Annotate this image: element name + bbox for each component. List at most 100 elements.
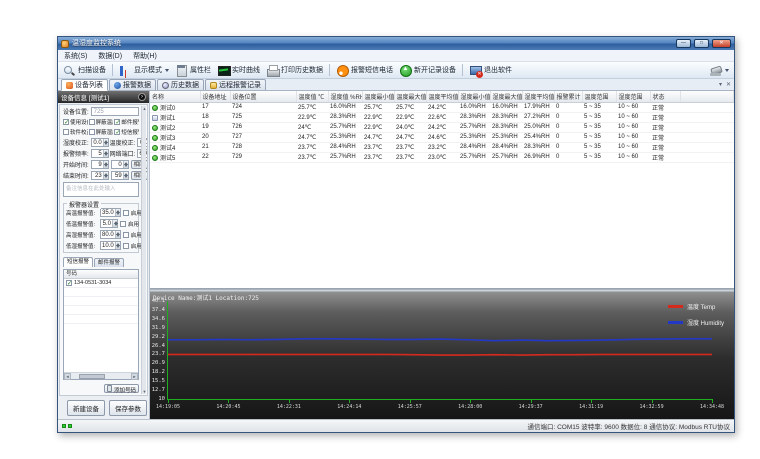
device-menu-button[interactable] — [707, 63, 731, 78]
column-header-设备位置[interactable]: 设备位置 — [230, 91, 297, 103]
checkbox-使用设备[interactable]: 使用设备 — [63, 118, 88, 126]
toolbar-button-sms[interactable]: 报警短信电话 — [334, 63, 395, 78]
menu-item-2[interactable]: 帮助(H) — [133, 51, 157, 61]
add-number-button[interactable]: 添加号码 — [103, 384, 139, 394]
spinner-arrows-icon[interactable] — [112, 220, 118, 227]
checkbox-屏蔽湿度[interactable]: 屏蔽湿度 — [88, 128, 113, 136]
table-cell: 19 — [200, 122, 230, 133]
phone-checkbox-icon[interactable] — [66, 280, 72, 287]
new-device-button[interactable]: 新建设备 — [67, 400, 105, 416]
spinner-input[interactable]: 10.0 — [100, 241, 121, 250]
checkbox-屏蔽温度[interactable]: 屏蔽温度 — [88, 118, 113, 126]
gear-icon[interactable]: › — [138, 93, 146, 101]
table-row[interactable]: 测试3 20 727 24.7℃ 25.3%RH 24.7℃ 24.7℃ 24.6℃ 25.3%… — [150, 132, 734, 143]
column-header-温度值 ℃[interactable]: 温度值 ℃ — [296, 91, 329, 103]
table-row[interactable]: 测试5 22 729 23.7℃ 25.7%RH 23.7℃ 23.7℃ 23.0℃ 25.7%… — [150, 152, 734, 163]
column-header-湿度最大值[interactable]: 湿度最大值 — [490, 91, 523, 103]
spinner-input[interactable]: 0 — [110, 160, 129, 169]
spinner-input[interactable]: 5.0 — [100, 219, 118, 228]
enable-checkbox-icon[interactable] — [120, 220, 126, 227]
checkbox-邮件报警[interactable]: 邮件报警 — [114, 118, 139, 126]
tabbar-close-icon[interactable]: ✕ — [726, 81, 731, 88]
scroll-left-icon[interactable]: ◄ — [64, 372, 71, 380]
column-header-温度平均值[interactable]: 温度平均值 — [426, 91, 459, 103]
toolbar-button-scan[interactable]: 扫描设备 — [61, 63, 108, 78]
save-params-button[interactable]: 保存参数 — [109, 400, 147, 416]
table-row[interactable]: 测试1 18 725 22.9℃ 28.3%RH 22.9℃ 22.9℃ 22.6℃ 28.3%… — [150, 112, 734, 123]
spinner-arrows-icon[interactable] — [114, 242, 121, 249]
device-location-input[interactable]: 725 — [90, 107, 139, 116]
table-row[interactable]: 测试2 19 726 24℃ 25.7%RH 22.9℃ 24.0℃ 24.2℃ 25.7%RH… — [150, 122, 734, 133]
column-header-状态[interactable]: 状态 — [650, 91, 681, 103]
tab-远程报警记录[interactable]: 远程报警记录 — [205, 79, 266, 90]
spinner-input[interactable]: 9 — [90, 160, 109, 169]
spinner-arrows-icon[interactable] — [114, 231, 121, 238]
x-tick-label: 14:19:05 — [155, 404, 181, 410]
close-button[interactable]: ✕ — [712, 39, 731, 48]
toolbar-button-curve[interactable]: 实时曲线 — [215, 63, 262, 78]
maximize-button[interactable]: □ — [694, 39, 709, 48]
tab-历史数据[interactable]: 历史数据 — [157, 79, 204, 90]
column-header-温度最大值[interactable]: 温度最大值 — [394, 91, 427, 103]
alarm-tab-短信报警[interactable]: 短信报警 — [63, 257, 94, 267]
spinner-arrows-icon[interactable] — [102, 139, 109, 146]
device-table: 名称 设备地址 设备位置 温度值 ℃ 湿度值 %RH 温度最小值 温度最大值 温度平均值 湿度最… — [150, 91, 734, 163]
x-tick-label: 14:24:14 — [337, 404, 362, 410]
column-header-设备地址[interactable]: 设备地址 — [200, 91, 231, 103]
tab-报警数据[interactable]: 报警数据 — [109, 79, 156, 90]
sidebar-body: 设备位置: 725 使用设备屏蔽温度邮件报警软件校正屏蔽湿度短信报警 湿度校正:… — [59, 104, 148, 396]
column-header-名称[interactable]: 名称 — [150, 91, 201, 103]
phone-list-filler — [64, 324, 138, 372]
spinner-input[interactable]: 35.0 — [100, 208, 121, 217]
tab-设备列表[interactable]: 设备列表 — [61, 79, 108, 91]
table-cell: 正常 — [650, 112, 680, 123]
column-header-温度最小值[interactable]: 温度最小值 — [362, 91, 395, 103]
scroll-right-icon[interactable]: ► — [131, 372, 138, 380]
spinner-input[interactable]: 80.0 — [100, 230, 121, 239]
tab-icon-0 — [66, 81, 73, 89]
spinner-arrows-icon[interactable] — [102, 150, 109, 157]
column-header-报警累计[interactable]: 报警累计 — [554, 91, 583, 103]
column-header-湿度最小值[interactable]: 湿度最小值 — [458, 91, 491, 103]
menu-item-1[interactable]: 数据(D) — [98, 51, 122, 61]
checkbox-软件校正[interactable]: 软件校正 — [63, 128, 88, 136]
menu-item-0[interactable]: 系统(S) — [64, 51, 87, 61]
enable-checkbox-icon[interactable] — [122, 209, 129, 216]
phone-list-hscrollbar[interactable]: ◄ ► — [64, 372, 138, 380]
enable-checkbox-icon[interactable] — [122, 231, 129, 238]
column-header-湿度值 %RH[interactable]: 湿度值 %RH — [328, 91, 363, 103]
toolbar-button-print[interactable]: 打印历史数据 — [264, 63, 325, 78]
spinner-input[interactable]: 5 — [90, 149, 109, 158]
time-field-开始时间:: 开始时间: 9 0 相同 — [63, 160, 147, 169]
spinner-arrows-icon[interactable] — [102, 172, 109, 179]
tabbar-collapse-icon[interactable]: ▾ — [719, 81, 722, 88]
toolbar-button-prop[interactable]: 属性栏 — [173, 63, 213, 78]
table-row[interactable]: 测试4 21 728 23.7℃ 28.4%RH 23.7℃ 23.7℃ 23.2℃ 28.4%… — [150, 142, 734, 153]
enable-checkbox-icon[interactable] — [122, 242, 129, 249]
spinner-input[interactable]: 59 — [110, 171, 129, 180]
phone-list-item[interactable]: 134-0531-3034 — [64, 279, 138, 288]
content-area: 设备信息 [测试1] › 设备位置: 725 使用设备屏蔽温度邮件报警软件校正屏… — [58, 91, 734, 419]
spinner-input[interactable]: 23 — [90, 171, 109, 180]
spinner-arrows-icon[interactable] — [122, 161, 129, 168]
table-row[interactable]: 测试0 17 724 25.7℃ 16.0%RH 25.7℃ 25.7℃ 24.2℃ 16.0%… — [150, 102, 734, 113]
remark-input[interactable]: 备注信息在此处输入 — [63, 182, 139, 197]
mode-icon — [119, 64, 132, 77]
hscroll-thumb[interactable] — [79, 373, 105, 379]
alarm-tab-邮件报警[interactable]: 邮件报警 — [94, 258, 125, 267]
spinner-arrows-icon[interactable] — [122, 172, 129, 179]
sidebar-scrollbar[interactable] — [141, 106, 147, 394]
toolbar-button-exit[interactable]: 退出软件 — [467, 63, 514, 78]
x-tick-label: 14:31:19 — [579, 404, 604, 410]
spinner-input[interactable]: 0.0 — [90, 138, 109, 147]
toolbar-button-mode[interactable]: 显示模式 — [117, 63, 171, 78]
column-header-湿度平均值[interactable]: 湿度平均值 — [522, 91, 555, 103]
toolbar-button-newrec[interactable]: 新开记录设备 — [397, 63, 458, 78]
column-header-湿度范围[interactable]: 湿度范围 — [616, 91, 651, 103]
column-header-温度范围[interactable]: 温度范围 — [582, 91, 617, 103]
spinner-arrows-icon[interactable] — [102, 161, 109, 168]
minimize-button[interactable]: — — [676, 39, 691, 48]
checkbox-短信报警[interactable]: 短信报警 — [114, 128, 139, 136]
legend-swatch-icon — [667, 305, 683, 308]
spinner-arrows-icon[interactable] — [114, 209, 121, 216]
